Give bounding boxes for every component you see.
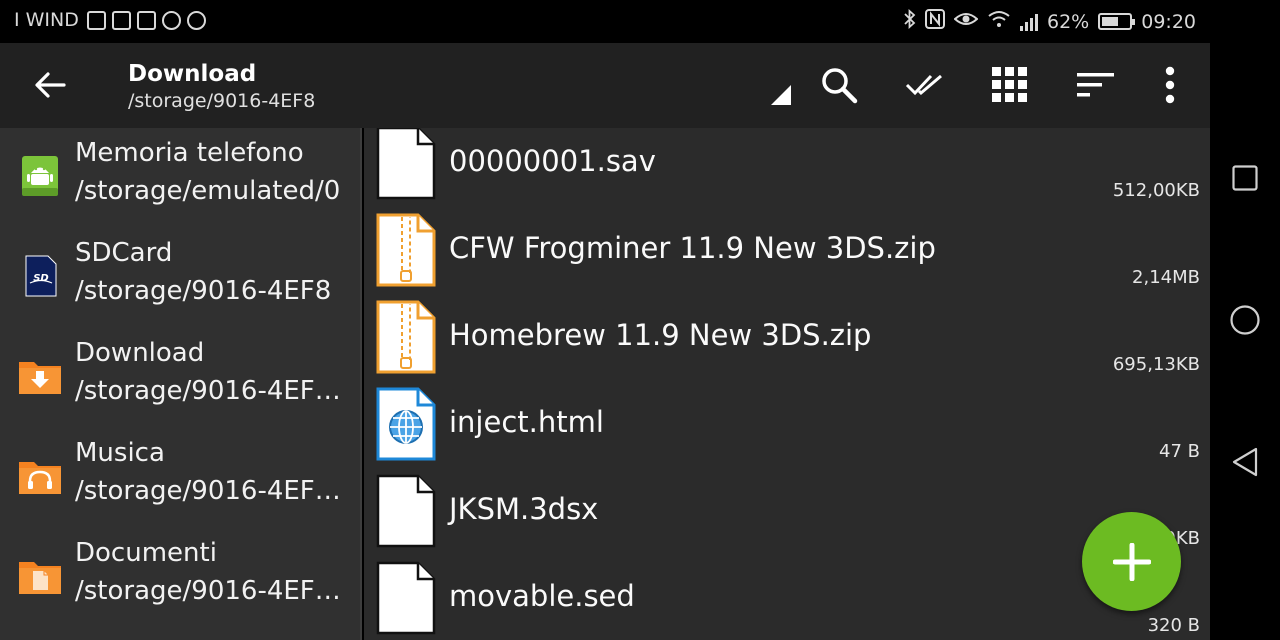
sdcard-icon: SD [25, 255, 57, 297]
sidebar-item-download[interactable]: Download /storage/9016-4EF8… [0, 328, 360, 428]
sidebar-item-sdcard[interactable]: SD SDCard /storage/9016-4EF8 [0, 228, 360, 328]
generic-file-icon [376, 128, 436, 200]
navigation-bar [1210, 0, 1280, 640]
select-all-icon [905, 74, 942, 96]
nfc-icon [925, 9, 945, 34]
plus-icon [1112, 542, 1151, 581]
music-folder-icon [19, 462, 61, 494]
status-bar: I WIND 62% 09:20 [0, 0, 1210, 43]
zip-file-icon [376, 300, 436, 374]
status-bar-right: 62% 09:20 [904, 8, 1196, 34]
bluetooth-icon [904, 8, 916, 34]
sidebar-item-label: Download [75, 338, 205, 368]
sidebar-item-path: /storage/emulated/0 [75, 176, 341, 206]
search-button[interactable] [815, 61, 863, 109]
sidebar-item-phone-memory[interactable]: Memoria telefono /storage/emulated/0 [0, 128, 360, 228]
back-arrow-button[interactable] [24, 63, 76, 107]
storage-sidebar: Memoria telefono /storage/emulated/0 SD … [0, 128, 362, 640]
sidebar-item-documents[interactable]: Documenti /storage/9016-4EF8… [0, 528, 360, 628]
more-options-button[interactable] [1146, 61, 1194, 109]
dropdown-corner-icon[interactable] [771, 85, 791, 105]
documents-folder-icon [19, 562, 61, 594]
file-name: inject.html [449, 405, 604, 439]
toolbar: Download /storage/9016-4EF8 [0, 43, 1210, 128]
file-size: 695,13KB [1112, 354, 1200, 375]
sidebar-item-label: Musica [75, 438, 165, 468]
home-button[interactable] [1226, 301, 1264, 339]
back-triangle-icon [1232, 447, 1258, 477]
zip-file-icon [376, 213, 436, 287]
mail-icon [86, 10, 106, 30]
recents-square-icon [1232, 165, 1258, 191]
file-size: 320 B [1147, 615, 1200, 636]
sidebar-item-path: /storage/9016-4EF8… [75, 376, 353, 406]
status-bar-left: I WIND [14, 9, 206, 31]
battery-icon [1098, 13, 1136, 30]
signal-icon [1020, 13, 1038, 31]
back-button[interactable] [1226, 443, 1264, 481]
sort-icon [1077, 73, 1114, 97]
add-fab-button[interactable] [1082, 512, 1181, 611]
file-row[interactable]: inject.html 47 B [364, 387, 1210, 476]
recents-button[interactable] [1226, 159, 1264, 197]
html-file-icon [376, 387, 436, 461]
instagram-icon [111, 10, 131, 30]
file-name: Homebrew 11.9 New 3DS.zip [449, 318, 872, 352]
sidebar-item-path: /storage/9016-4EF8 [75, 276, 332, 306]
generic-file-icon [376, 474, 436, 548]
svg-text:SD: SD [33, 273, 49, 284]
generic-file-icon [376, 561, 436, 635]
back-arrow-icon [35, 72, 66, 98]
sidebar-item-label: SDCard [75, 238, 173, 268]
grid-view-button[interactable] [986, 61, 1034, 109]
android-storage-icon [22, 156, 58, 196]
file-name: JKSM.3dsx [449, 492, 599, 526]
file-row[interactable]: Homebrew 11.9 New 3DS.zip 695,13KB [364, 300, 1210, 389]
page-title: Download [128, 61, 257, 87]
pinterest-icon [161, 10, 181, 30]
battery-percent: 62% [1047, 10, 1090, 33]
select-all-button[interactable] [901, 61, 949, 109]
wifi-icon [987, 10, 1011, 33]
more-options-icon [1165, 66, 1175, 104]
grid-view-icon [992, 67, 1027, 102]
file-size: 2,14MB [1132, 267, 1200, 288]
clock: 09:20 [1141, 10, 1196, 33]
carrier-name: I WIND [14, 9, 79, 31]
download-folder-icon [19, 362, 61, 394]
search-icon [822, 68, 858, 104]
sidebar-item-label: Documenti [75, 538, 217, 568]
sidebar-item-label: Memoria telefono [75, 138, 304, 168]
home-circle-icon [1230, 305, 1260, 335]
file-name: CFW Frogminer 11.9 New 3DS.zip [449, 231, 936, 265]
sidebar-item-path: /storage/9016-4EF8… [75, 576, 353, 606]
file-size: 47 B [1159, 441, 1200, 462]
gmail-icon [136, 10, 156, 30]
file-row[interactable]: 00000001.sav 512,00KB [364, 128, 1210, 215]
sidebar-item-music[interactable]: Musica /storage/9016-4EF8… [0, 428, 360, 528]
battery-level [1102, 17, 1119, 26]
file-name: 00000001.sav [449, 144, 656, 178]
sort-button[interactable] [1072, 61, 1120, 109]
file-name: movable.sed [449, 579, 635, 613]
page-subtitle-path: /storage/9016-4EF8 [128, 90, 316, 112]
eye-comfort-icon [953, 10, 979, 33]
file-row[interactable]: CFW Frogminer 11.9 New 3DS.zip 2,14MB [364, 213, 1210, 302]
sidebar-item-path: /storage/9016-4EF8… [75, 476, 353, 506]
whatsapp-icon [186, 10, 206, 30]
file-size: 512,00KB [1112, 180, 1200, 201]
